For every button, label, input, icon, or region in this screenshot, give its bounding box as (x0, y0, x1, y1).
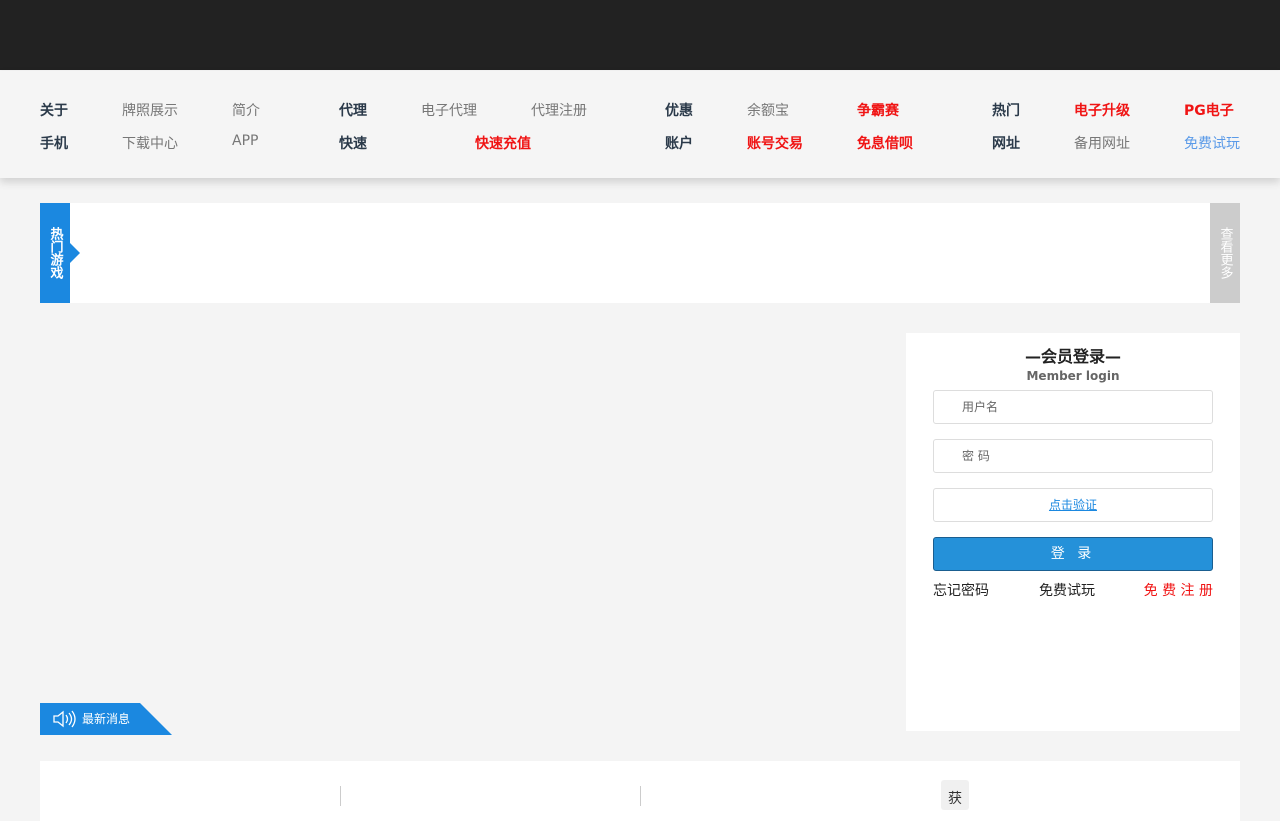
nav-item[interactable]: 争霸赛 (857, 100, 899, 120)
news-text: 最新消息 (82, 712, 131, 726)
nav-item[interactable]: 电子升级 (1074, 100, 1130, 120)
nav-item[interactable]: 备用网址 (1074, 133, 1130, 153)
verify-link[interactable]: 点击验证 (933, 488, 1213, 522)
nav-item[interactable]: 电子代理 (421, 100, 477, 120)
login-title: —会员登录— (1024, 347, 1121, 366)
nav-item[interactable]: 账号交易 (747, 133, 803, 153)
nav-item[interactable]: 简介 (232, 100, 260, 120)
nav-item[interactable]: 代理注册 (531, 100, 587, 120)
free-trial-link[interactable]: 免费试玩 (1039, 580, 1095, 600)
speaker-icon (53, 710, 76, 728)
nav-item[interactable]: 牌照展示 (122, 100, 178, 120)
nav-item[interactable]: APP (232, 133, 258, 149)
news-label: 最新消息 (40, 703, 172, 735)
login-panel: —会员登录— Member login 用户名 密 码 点击验证 登 录 忘记密… (906, 333, 1240, 731)
bottom-tag[interactable]: 获 (941, 780, 969, 810)
bottom-panel: 获 (40, 761, 1240, 821)
nav-item: 账户 (665, 136, 693, 152)
top-bar (0, 0, 1280, 70)
nav-item[interactable]: PG电子 (1184, 100, 1234, 120)
hot-games-strip: 热门游戏 查看更多 (40, 203, 1240, 303)
register-link[interactable]: 免 费 注 册 (1144, 580, 1213, 600)
nav-item: 手机 (40, 136, 68, 152)
login-subtitle: Member login (1026, 369, 1120, 383)
nav-item[interactable]: 快速充值 (475, 133, 531, 153)
forgot-password-link[interactable]: 忘记密码 (933, 580, 989, 600)
password-input[interactable]: 密 码 (933, 439, 1213, 473)
nav-item: 快速 (339, 136, 367, 152)
hot-games-label: 热门游戏 (40, 203, 80, 303)
divider (640, 786, 641, 806)
nav-item: 代理 (339, 103, 367, 119)
nav-item: 热门 (992, 103, 1020, 119)
nav-item: 优惠 (665, 103, 693, 119)
nav-item: 关于 (40, 103, 68, 119)
divider (340, 786, 341, 806)
view-more-button[interactable]: 查看更多 (1210, 203, 1240, 303)
nav-item[interactable]: 余额宝 (747, 100, 789, 120)
nav-menu: 关于 牌照展示 简介 代理 电子代理 代理注册 优惠 余额宝 争霸赛 热门 电子升级 PG电子手机 下载… (0, 71, 1280, 178)
nav-item[interactable]: 免费试玩 (1184, 133, 1240, 153)
username-input[interactable]: 用户名 (933, 390, 1213, 424)
login-button[interactable]: 登 录 (933, 537, 1213, 571)
nav-item[interactable]: 免息借呗 (857, 133, 913, 153)
nav-item[interactable]: 下载中心 (122, 133, 178, 153)
nav-item: 网址 (992, 136, 1020, 152)
